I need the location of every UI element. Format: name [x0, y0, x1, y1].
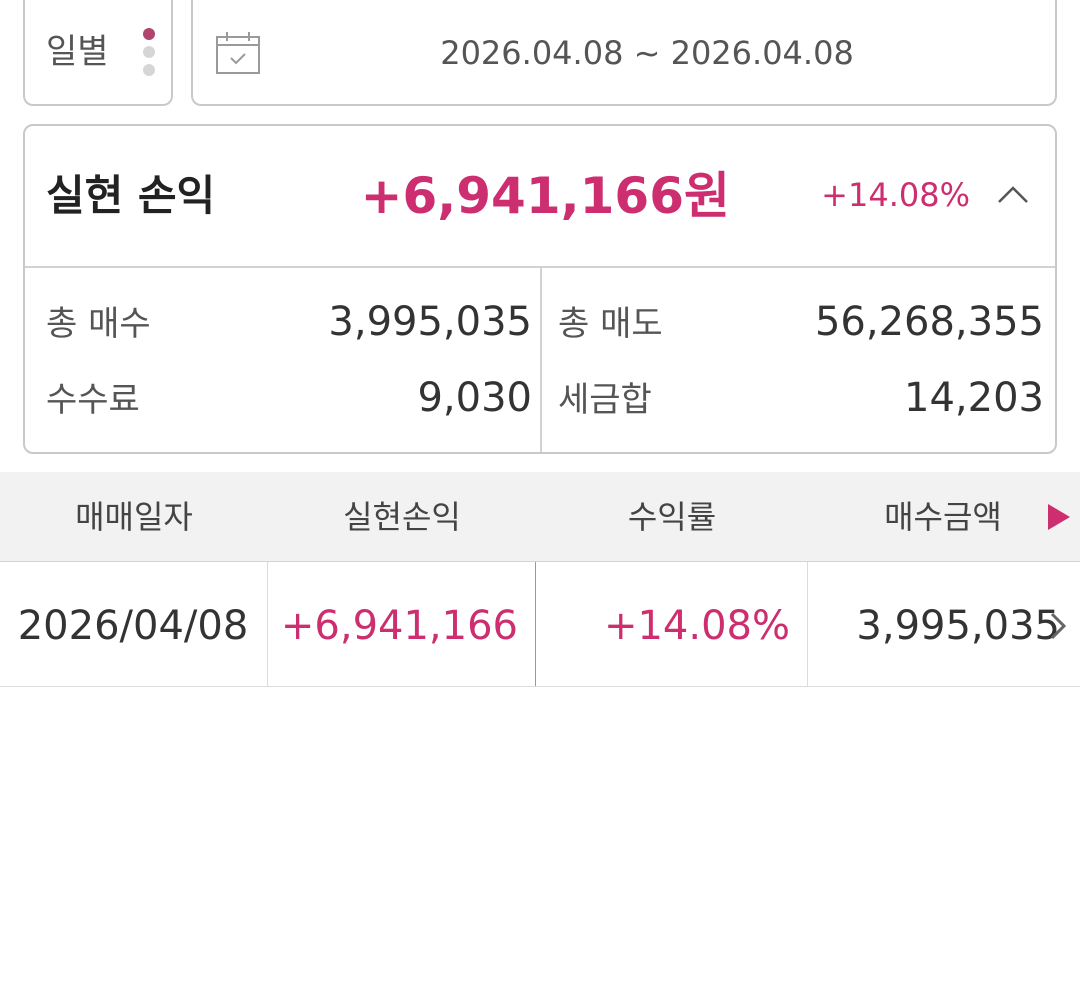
tax-label: 세금합 [558, 380, 652, 420]
period-dot [143, 46, 155, 58]
calendar-icon [215, 30, 261, 76]
cell-buy-amount: 3,995,035 [856, 603, 1060, 649]
realized-pnl-title: 실현 손익 [46, 171, 216, 220]
realized-pnl-rate: +14.08% [821, 176, 970, 214]
total-sell-value: 56,268,355 [814, 299, 1044, 345]
total-buy-label: 총 매수 [46, 304, 151, 344]
chevron-up-icon[interactable] [996, 182, 1030, 208]
column-header-return-rate: 수익률 [627, 498, 717, 536]
period-dot [143, 64, 155, 76]
chevron-right-icon[interactable] [1046, 608, 1070, 644]
fee-value: 9,030 [417, 375, 532, 421]
play-right-icon[interactable] [1046, 502, 1072, 532]
tax-value: 14,203 [904, 375, 1044, 421]
column-header-realized-pnl: 실현손익 [343, 498, 461, 536]
column-header-buy-amount: 매수금액 [884, 498, 1002, 536]
cell-realized-pnl: +6,941,166 [280, 603, 518, 649]
fee-label: 수수료 [46, 380, 140, 420]
total-buy-value: 3,995,035 [328, 299, 532, 345]
total-sell-label: 총 매도 [558, 304, 663, 344]
period-label: 일별 [46, 32, 109, 72]
cell-trade-date: 2026/04/08 [17, 603, 249, 649]
column-header-trade-date: 매매일자 [75, 498, 193, 536]
card-divider [540, 268, 542, 452]
period-dot-active [143, 28, 155, 40]
cell-return-rate: +14.08% [603, 603, 790, 649]
realized-pnl-amount: +6,941,166원 [360, 167, 730, 225]
row-divider [0, 686, 1080, 687]
date-range-text: 2026.04.08 ~ 2026.04.08 [440, 34, 854, 72]
